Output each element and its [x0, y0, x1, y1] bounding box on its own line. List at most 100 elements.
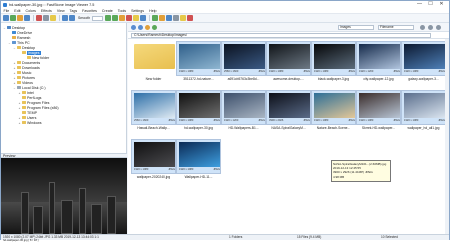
menu-colors[interactable]: Colors — [23, 9, 38, 13]
compare-icon[interactable] — [159, 15, 166, 21]
minimize-button[interactable]: — — [414, 1, 425, 8]
tree-expander-icon[interactable]: − — [3, 26, 6, 30]
thumbnail-size-icon[interactable] — [420, 24, 425, 30]
thumbnail-meta: 1920 x 1200 JPEG — [224, 119, 265, 123]
menu-view[interactable]: View — [54, 9, 67, 13]
tree-expander-icon[interactable]: + — [18, 116, 21, 120]
image-thumbnail[interactable]: 1920 x 1200 JPEG HD-Wallpapers-B1... — [221, 90, 266, 134]
tree-item[interactable]: + Windows — [18, 120, 42, 125]
print-icon[interactable] — [173, 15, 180, 21]
address-row: C:\Users\Ramesh\Desktop\images\ — [128, 32, 449, 39]
delete-icon[interactable] — [36, 15, 42, 21]
image-thumbnail[interactable]: 1920 x 1200 JPEG city-wallpaper-12.jpg — [356, 41, 401, 85]
menu-edit[interactable]: Edit — [12, 9, 23, 13]
resize-icon[interactable] — [140, 15, 147, 21]
layout-icon[interactable] — [436, 24, 441, 30]
menu-favorites[interactable]: Favorites — [80, 9, 100, 13]
copy-icon[interactable] — [43, 15, 49, 21]
thumbnail-frame: 1920 x 1080 JPEG — [356, 90, 401, 125]
image-thumbnail[interactable]: 1920 x 1080 JPEG hd-wallpaper-30.jpg — [176, 90, 221, 134]
folder-icon — [21, 105, 26, 110]
smooth-label[interactable]: Smooth — [78, 16, 90, 20]
rotate-right-icon[interactable] — [112, 15, 119, 21]
menu-tools[interactable]: Tools — [115, 9, 128, 13]
image-thumbnail[interactable]: 3900 x 2926 JPEG NASA-SpiralGalaxyM... — [266, 90, 311, 134]
save-icon[interactable] — [24, 15, 30, 21]
menu-help[interactable]: Help — [147, 9, 159, 13]
preview-building — [49, 182, 55, 234]
image-thumbnail[interactable]: 1920 x 1080 JPEG wallpaper_hd_all1.jpg — [401, 90, 446, 134]
image-thumbnail[interactable]: 1920 x 1080 JPEG Wallpaper-HD-11... — [176, 139, 221, 183]
up-folder-icon[interactable] — [145, 24, 150, 30]
tree-expander-icon[interactable]: + — [18, 101, 21, 105]
thumbnail-name: Hawaii-Beach-Wallp... — [137, 126, 170, 130]
app-window: hd-wallpaper-30.jpg :: FastStone Image V… — [0, 0, 450, 242]
tree-expander-icon[interactable]: + — [18, 106, 21, 110]
tree-expander-icon[interactable]: + — [18, 91, 21, 95]
open-icon[interactable] — [3, 15, 9, 21]
red-eye-icon[interactable] — [126, 15, 133, 21]
tree-expander-icon[interactable]: + — [13, 71, 16, 75]
thumbnail-image — [134, 142, 175, 167]
tree-expander-icon[interactable]: − — [13, 46, 16, 50]
image-thumbnail[interactable]: 1920 x 1080 JPEG awesome-desktop-... — [266, 41, 311, 85]
zoom-in-icon[interactable] — [62, 15, 68, 21]
acquire-icon[interactable] — [10, 15, 16, 21]
menu-settings[interactable]: Settings — [129, 9, 147, 13]
menu-create[interactable]: Create — [99, 9, 115, 13]
email-icon[interactable] — [166, 15, 173, 21]
tree-expander-icon[interactable]: + — [18, 121, 21, 125]
thumbnail-image — [224, 93, 265, 118]
title-bar: hd-wallpaper-30.jpg :: FastStone Image V… — [1, 1, 449, 8]
user-folder-icon — [11, 35, 16, 40]
thumbnail-image — [269, 44, 310, 69]
tree-expander-icon[interactable]: − — [8, 41, 11, 45]
tree-expander-icon[interactable]: + — [13, 61, 16, 65]
refresh-icon[interactable] — [152, 24, 157, 30]
path-input[interactable]: C:\Users\Ramesh\Desktop\images\ — [131, 33, 431, 38]
tree-item-label: TEMP — [27, 110, 37, 115]
settings-icon[interactable] — [187, 15, 194, 21]
tree-expander-icon[interactable]: + — [13, 66, 16, 70]
close-button[interactable]: ✕ — [436, 1, 447, 8]
menu-effects[interactable]: Effects — [38, 9, 54, 13]
image-thumbnail[interactable]: 1920 x 1080 JPEG Nature-Beach-Scene... — [311, 90, 356, 134]
tree-expander-icon[interactable]: + — [13, 81, 16, 85]
forward-icon[interactable] — [138, 24, 143, 30]
tree-expander-icon[interactable]: − — [13, 86, 16, 90]
tree-item-label: Music — [22, 70, 32, 75]
image-thumbnail[interactable]: 1920 x 1080 JPEG black-wallpaper-3.jpg — [311, 41, 356, 85]
image-thumbnail[interactable]: 2560 x 1600 JPEG Hawaii-Beach-Wallp... — [131, 90, 176, 134]
thumbnail-frame: 2560 x 1600 JPEG — [221, 41, 266, 76]
folder-thumbnail[interactable]: New folder — [131, 41, 176, 85]
rotate-left-icon[interactable] — [105, 15, 112, 21]
menu-tags[interactable]: Tags — [67, 9, 80, 13]
zoom-dropdown[interactable] — [92, 15, 104, 21]
image-thumbnail[interactable]: 1920 x 1080 JPEG 3511372-hd-nature... — [176, 41, 221, 85]
thumbnail-resolution: 2560 x 1600 — [224, 70, 239, 73]
thumbnail-scrollbar[interactable] — [445, 39, 449, 234]
maximize-button[interactable]: ☐ — [425, 1, 436, 8]
sort-dropdown[interactable]: Filename — [378, 24, 414, 30]
view-filter-dropdown[interactable]: Images — [338, 24, 374, 30]
image-thumbnail[interactable]: 1920 x 1080 JPEG galaxy-wallpaper-3... — [401, 41, 446, 85]
thumbnail-frame: 1920 x 1080 JPEG — [266, 41, 311, 76]
slideshow-icon[interactable] — [152, 15, 159, 21]
tree-item-label: Program Files — [27, 100, 50, 105]
move-icon[interactable] — [50, 15, 56, 21]
tree-expander-icon[interactable]: + — [13, 76, 16, 80]
folder-icon — [26, 55, 31, 60]
view-mode-icon[interactable] — [428, 24, 433, 30]
thumbnail-meta: 1920 x 1200 JPEG — [359, 70, 400, 74]
image-thumbnail[interactable]: 1920 x 1080 JPEG wallpaper-2020240.jpg — [131, 139, 176, 183]
image-thumbnail[interactable]: 1920 x 1080 JPEG Skrrek-HD-wallpaper... — [356, 90, 401, 134]
menu-file[interactable]: File — [1, 9, 12, 13]
zoom-out-icon[interactable] — [69, 15, 75, 21]
adjust-colors-icon[interactable] — [133, 15, 140, 21]
thumbnail-image — [179, 44, 220, 69]
image-thumbnail[interactable]: 2560 x 1600 JPEG a691cb5763c3be8d... — [221, 41, 266, 85]
browse-icon[interactable] — [17, 15, 23, 21]
wallpaper-icon[interactable] — [180, 15, 187, 21]
crop-icon[interactable] — [119, 15, 126, 21]
back-icon[interactable] — [131, 24, 136, 30]
